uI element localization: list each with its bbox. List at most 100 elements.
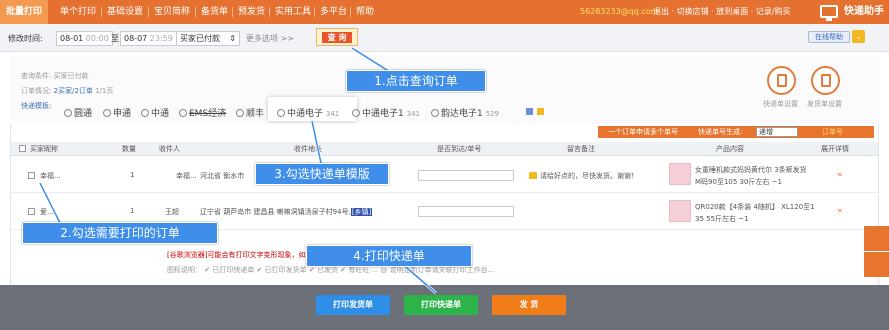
template-radio-zto-electronic-1[interactable]: 中通电子1 341 bbox=[352, 106, 420, 119]
row-checkbox[interactable] bbox=[28, 172, 35, 179]
order-number-toggle[interactable]: 订单号 bbox=[822, 126, 843, 138]
date-from-input[interactable]: 08-01 00:00 bbox=[56, 31, 113, 46]
template-name: 顺丰 bbox=[246, 109, 265, 119]
expand-chevron-icon[interactable]: » bbox=[837, 170, 843, 180]
express-template-label-text: 快递模板: bbox=[21, 102, 52, 110]
product-title: 女童睡机款式妈妈黄代尔 3条裤发货 bbox=[695, 166, 807, 174]
tracking-input[interactable] bbox=[418, 170, 514, 181]
tab-batch-print[interactable]: 批量打印 bbox=[0, 0, 49, 24]
product-title: QR020款【4条装 4随机】 XL120至1 bbox=[695, 203, 815, 211]
buyer-nick: 爱... bbox=[40, 208, 54, 216]
template-name: 圆通 bbox=[74, 109, 93, 119]
orders-table-header: 买家昵称 数量 收件人 收件地址 是否到达/单号 留言备注 产品内容 展开详情 bbox=[11, 142, 878, 156]
grid-add-icon[interactable] bbox=[537, 108, 544, 115]
address-text: 辽宁省 葫芦岛市 建昌县 喇嘛洞镇汤泉子村94号, bbox=[200, 208, 351, 216]
tab-pre-ship[interactable]: 预发货 bbox=[238, 0, 265, 24]
shipping-setting-label[interactable]: 发货单设置 bbox=[807, 99, 842, 109]
query-button[interactable]: 查 询 bbox=[322, 32, 352, 43]
date-to-value: 08-07 bbox=[124, 34, 148, 43]
tab-stock-list[interactable]: 备货单 bbox=[201, 0, 228, 24]
gen-mode-select[interactable]: 递增 bbox=[756, 127, 798, 137]
product-thumbnail[interactable] bbox=[669, 200, 691, 222]
tab-item-alias[interactable]: 宝贝简称 bbox=[154, 0, 190, 24]
template-radio-yto[interactable]: 圆通 bbox=[64, 106, 92, 119]
nav-divider bbox=[269, 7, 270, 17]
account-links[interactable]: 退出 · 切换店铺 · 放到桌面 · 记录/购买 bbox=[653, 0, 791, 24]
tab-single-print[interactable]: 单个打印 bbox=[60, 0, 96, 24]
grid-icon[interactable] bbox=[526, 108, 533, 115]
query-condition-value: 买家已付款 bbox=[53, 72, 89, 80]
select-all-checkbox[interactable] bbox=[19, 145, 26, 152]
recipient: 幸福... bbox=[176, 172, 197, 180]
address: 河北省 衡水市 bbox=[200, 172, 245, 180]
memo-text: 请给好点的，尽快发货。谢谢！ bbox=[540, 172, 638, 180]
express-setting-icon[interactable] bbox=[767, 66, 796, 95]
more-options-link[interactable]: 更多选项 >> bbox=[246, 31, 294, 46]
tab-basic-settings[interactable]: 基础设置 bbox=[107, 0, 143, 24]
order-status-label: 订单情况: bbox=[21, 87, 52, 95]
to-label: 至 bbox=[111, 34, 119, 43]
ship-button[interactable]: 发 货 bbox=[492, 295, 566, 315]
radio-icon bbox=[64, 109, 72, 117]
template-count: 341 bbox=[325, 110, 340, 118]
chevron-down-icon[interactable]: ⌄ bbox=[852, 30, 865, 43]
col-expand[interactable]: 展开详情 bbox=[821, 144, 849, 154]
nav-divider bbox=[148, 7, 149, 17]
qty: 1 bbox=[130, 207, 135, 215]
tracking-input[interactable] bbox=[418, 206, 514, 217]
radio-icon bbox=[277, 109, 285, 117]
browser-tip-link[interactable]: [谷歌浏览器] bbox=[167, 251, 207, 259]
callout-step-1: 1.点击查询订单 bbox=[346, 70, 486, 92]
page-indicator: 1/1页 bbox=[95, 87, 114, 95]
memo: 请给好点的，尽快发货。谢谢！ bbox=[529, 171, 638, 181]
radio-icon bbox=[431, 109, 439, 117]
product-thumbnail[interactable] bbox=[669, 163, 691, 185]
tab-tools[interactable]: 实用工具 bbox=[275, 0, 311, 24]
template-radio-sto[interactable]: 申通 bbox=[103, 106, 131, 119]
template-name: 韵达电子1 bbox=[441, 109, 483, 119]
monitor-icon bbox=[820, 5, 838, 21]
date-to-input[interactable]: 08-07 23:59 bbox=[120, 31, 177, 46]
filter-bar: 修改时间: 08-01 00:00 至 08-07 23:59 买家已付款 ⇕ … bbox=[0, 24, 889, 52]
edit-side-tab[interactable] bbox=[864, 252, 889, 277]
multi-number-option[interactable]: 一个订单申请多个单号 bbox=[608, 126, 678, 138]
print-shipping-list-button[interactable]: 打印发货单 bbox=[316, 295, 390, 315]
browser-tip: [谷歌浏览器]可能会有打印文字变形现象，如需更好 bbox=[167, 250, 326, 260]
template-name: 中通 bbox=[151, 109, 170, 119]
template-radio-ems[interactable]: EMS经济 bbox=[179, 106, 226, 119]
template-count: 341 bbox=[406, 110, 420, 118]
product-spec: M码90至105 30斤左右 ~1 bbox=[695, 178, 782, 186]
account-email[interactable]: 56283233@qq.com bbox=[580, 0, 659, 24]
print-express-button[interactable]: 打印快递单 bbox=[404, 295, 478, 315]
express-setting-label[interactable]: 快递单设置 bbox=[763, 99, 798, 109]
time-from-value: 00:00 bbox=[85, 34, 109, 43]
nav-divider bbox=[350, 7, 351, 17]
radio-icon bbox=[103, 109, 111, 117]
chat-side-tab[interactable] bbox=[864, 226, 889, 251]
row-checkbox[interactable] bbox=[28, 208, 35, 215]
memo-icon bbox=[529, 172, 537, 179]
buyer-nick: 幸福... bbox=[40, 172, 61, 180]
col-memo: 留言备注 bbox=[567, 145, 595, 153]
product-spec: 35 55斤左右 ~1 bbox=[695, 215, 749, 223]
template-radio-yunda-electronic-1[interactable]: 韵达电子1 529 bbox=[431, 106, 499, 119]
nav-divider bbox=[195, 7, 196, 17]
tab-multi-platform[interactable]: 多平台 bbox=[320, 0, 347, 24]
order-status-value: 2买家/2订单 bbox=[53, 87, 93, 95]
col-address: 收件地址 bbox=[294, 145, 322, 153]
template-radio-zto[interactable]: 中通 bbox=[141, 106, 169, 119]
status-select[interactable]: 买家已付款 ⇕ bbox=[176, 31, 240, 46]
shipping-setting-icon[interactable] bbox=[811, 66, 840, 95]
radio-icon bbox=[141, 109, 149, 117]
template-radio-zto-electronic[interactable]: 中通电子 341 bbox=[277, 106, 339, 119]
online-help-button[interactable]: 在线帮助 bbox=[808, 31, 850, 43]
template-name: 中通电子1 bbox=[362, 109, 404, 119]
tab-help[interactable]: 帮助 bbox=[356, 0, 374, 24]
template-count: 529 bbox=[485, 110, 499, 118]
table-row[interactable]: 幸福... 1 幸福... 河北省 衡水市 请给好点的，尽快发货。谢谢！ 女童睡… bbox=[11, 157, 878, 193]
address-tag: [乡镇] bbox=[350, 208, 373, 216]
expand-chevron-icon[interactable]: » bbox=[837, 206, 843, 216]
template-radio-sf[interactable]: 顺丰 bbox=[236, 106, 264, 119]
template-name: 中通电子 bbox=[287, 109, 324, 119]
qty: 1 bbox=[130, 171, 135, 179]
